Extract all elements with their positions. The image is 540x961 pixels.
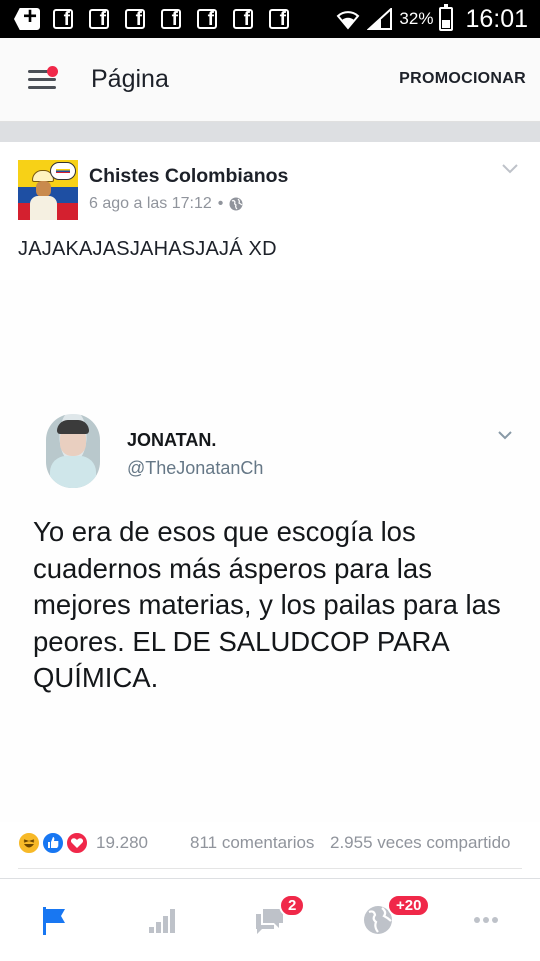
love-reaction-icon [65, 831, 89, 855]
facebook-notification-icon [158, 8, 184, 31]
haha-reaction-icon [17, 831, 41, 855]
more-dots-icon [474, 917, 498, 923]
tweet-author-name: JONATAN. [127, 430, 217, 450]
tab-page[interactable] [0, 879, 108, 961]
bar-chart-icon [149, 909, 175, 933]
tab-more[interactable] [432, 879, 540, 961]
tab-insights[interactable] [108, 879, 216, 961]
bottom-nav: 2 +20 [0, 878, 540, 960]
like-reaction-icon [41, 831, 65, 855]
status-bar: 32% 16:01 [0, 0, 540, 38]
tweet-author-handle: @TheJonatanCh [127, 458, 264, 478]
post-card: Chistes Colombianos 6 ago a las 17:12 • … [0, 142, 540, 878]
tweet-body: Yo era de esos que escogía los cuadernos… [33, 516, 501, 693]
tab-notifications[interactable]: +20 [324, 879, 432, 961]
battery-percent: 32% [399, 9, 434, 28]
post-image[interactable]: JONATAN. @TheJonatanCh Yo era de esos qu… [0, 280, 540, 822]
app-bar: Página PROMOCIONAR [0, 38, 540, 122]
status-notification-icons [0, 8, 292, 31]
facebook-notification-icon [86, 8, 112, 31]
globe-icon [229, 197, 243, 211]
page-title: Página [91, 65, 169, 93]
facebook-notification-icon [194, 8, 220, 31]
comments-count[interactable]: 811 comentarios [190, 833, 314, 853]
page-avatar[interactable] [18, 160, 78, 220]
promote-button[interactable]: PROMOCIONAR [399, 70, 526, 88]
add-notification-icon [14, 8, 40, 30]
battery-icon [439, 4, 454, 31]
chevron-down-icon [498, 431, 512, 440]
facebook-notification-icon [266, 8, 292, 31]
facebook-notification-icon [122, 8, 148, 31]
meta-separator: • [217, 195, 224, 212]
notifications-badge: +20 [387, 894, 431, 917]
wifi-icon [337, 11, 360, 30]
chevron-down-icon[interactable] [502, 164, 518, 174]
messages-badge: 2 [279, 894, 306, 917]
facebook-notification-icon [50, 8, 76, 31]
facebook-notification-icon [230, 8, 256, 31]
section-divider [0, 122, 540, 142]
post-divider [18, 868, 522, 869]
post-timestamp[interactable]: 6 ago a las 17:12 [89, 195, 212, 213]
reactions-summary[interactable]: 19.280 811 comentarios 2.955 veces compa… [0, 828, 540, 868]
post-meta: 6 ago a las 17:12 • [89, 195, 243, 213]
post-text: JAJAKAJASJAHASJAJÁ XD [18, 238, 277, 260]
flag-icon [43, 907, 65, 935]
menu-notification-dot [47, 66, 58, 77]
reaction-count[interactable]: 19.280 [96, 833, 148, 853]
clock: 16:01 [465, 4, 528, 33]
signal-icon [367, 8, 393, 30]
tab-messages[interactable]: 2 [216, 879, 324, 961]
status-system-icons: 32% 16:01 [335, 0, 528, 38]
page-name-link[interactable]: Chistes Colombianos [89, 165, 288, 188]
shares-count[interactable]: 2.955 veces compartido [330, 833, 511, 853]
tweet-avatar [46, 414, 100, 488]
